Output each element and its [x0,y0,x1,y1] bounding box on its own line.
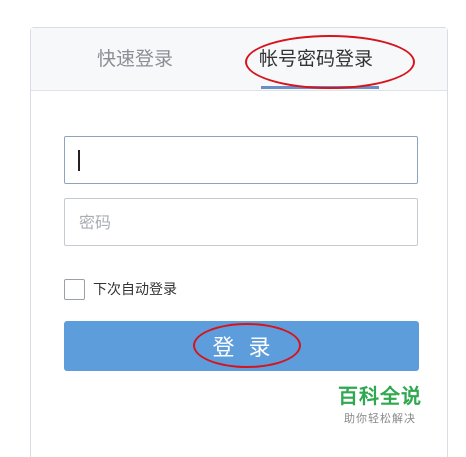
text-cursor [78,150,80,171]
remember-me[interactable]: 下次自动登录 [64,278,177,300]
password-input[interactable] [64,198,418,246]
login-button[interactable]: 登录 [64,321,419,371]
watermark-logo: 百科全说 [338,384,422,408]
tab-quick-login[interactable]: 快速登录 [97,46,173,72]
login-tabs: 快速登录 帐号密码登录 [31,28,447,91]
active-tab-indicator [261,86,379,89]
watermark-tagline: 助你轻松解决 [344,412,416,425]
watermark: 百科全说 助你轻松解决 [338,384,422,426]
tab-account-login[interactable]: 帐号密码登录 [259,46,373,72]
remember-me-label: 下次自动登录 [93,282,177,298]
username-input[interactable] [64,136,418,184]
remember-me-checkbox[interactable] [64,278,85,300]
